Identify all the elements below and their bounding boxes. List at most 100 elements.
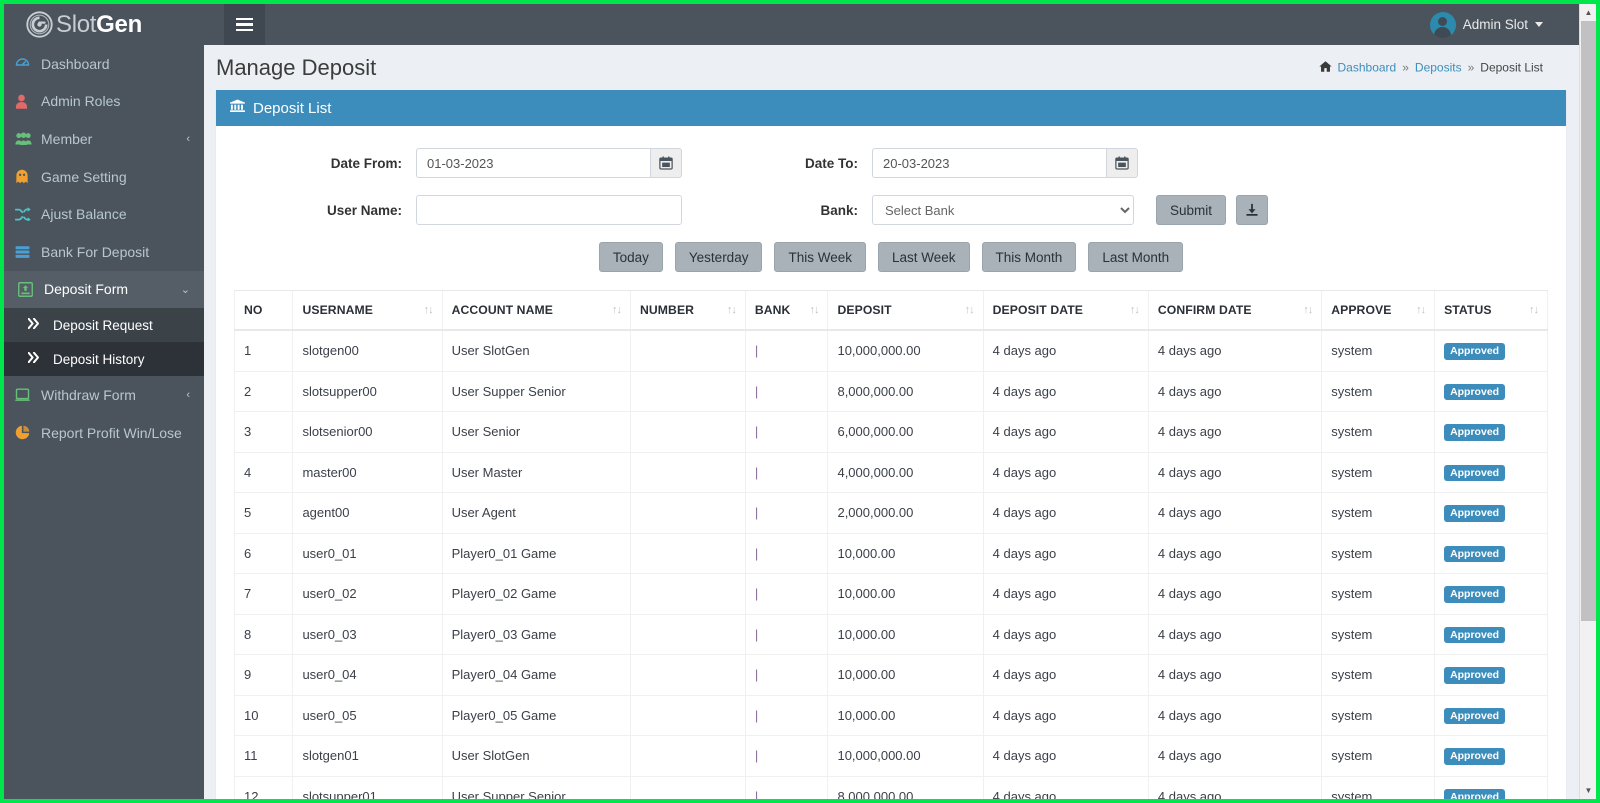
- status-badge: Approved: [1444, 788, 1506, 799]
- calendar-icon[interactable]: [650, 148, 682, 178]
- cell-deposit: 10,000.00: [827, 695, 984, 736]
- cell-deposit-date: 4 days ago: [982, 614, 1149, 655]
- date-to-group: [872, 148, 1138, 178]
- deposit-list-box: Deposit List Date From: 01-03-2023 Date …: [216, 90, 1566, 799]
- brand-logo[interactable]: SlotGen: [4, 4, 204, 45]
- quick-range-last-month[interactable]: Last Month: [1088, 242, 1184, 272]
- cell-no: 9: [233, 654, 293, 696]
- cell-username: user0_04: [292, 654, 443, 696]
- sort-icon: ↑↓: [423, 304, 434, 316]
- bank-select[interactable]: Select Bank: [872, 195, 1134, 225]
- deposit-icon: [18, 281, 44, 297]
- column-header-deposit[interactable]: DEPOSIT ↑↓: [827, 290, 984, 331]
- date-from-input[interactable]: [416, 148, 650, 178]
- user-menu[interactable]: Admin Slot: [1429, 4, 1543, 45]
- bank-value: |: [754, 707, 759, 723]
- ghost-icon: [15, 169, 41, 184]
- cell-approve: system: [1321, 371, 1435, 412]
- cell-bank: |: [744, 452, 828, 493]
- column-header-confirm-date[interactable]: CONFIRM DATE ↑↓: [1147, 290, 1322, 331]
- download-icon[interactable]: [1236, 195, 1269, 225]
- cell-username: user0_02: [292, 573, 443, 615]
- quick-range-this-month[interactable]: This Month: [981, 242, 1077, 272]
- cell-deposit-date: 4 days ago: [982, 776, 1149, 799]
- table-header-row: NO USERNAME ↑↓ ACCOUNT NAME ↑↓ NUMBER ↑↓ BANK ↑↓…: [233, 290, 1548, 331]
- sort-icon: ↑↓: [611, 304, 622, 316]
- column-header-deposit-date[interactable]: DEPOSIT DATE ↑↓: [982, 290, 1149, 331]
- cell-bank: |: [744, 411, 828, 453]
- submit-button[interactable]: Submit: [1156, 195, 1227, 225]
- cell-approve: system: [1321, 695, 1435, 736]
- cell-deposit: 8,000,000.00: [827, 776, 984, 799]
- cell-number: [629, 614, 746, 655]
- breadcrumb-item-dashboard[interactable]: Dashboard: [1338, 61, 1397, 75]
- table-row: 1 slotgen00 User SlotGen | 10,000,000.00 4 da…: [233, 330, 1548, 372]
- breadcrumb-item-deposits[interactable]: Deposits: [1415, 61, 1462, 75]
- cell-confirm-date: 4 days ago: [1147, 533, 1322, 574]
- sidebar-item-game-setting[interactable]: Game Setting: [4, 158, 204, 196]
- scrollbar-thumb[interactable]: [1581, 21, 1596, 621]
- cell-no: 1: [233, 330, 293, 372]
- cell-bank: |: [744, 371, 828, 412]
- cell-deposit-date: 4 days ago: [982, 371, 1149, 412]
- home-icon: [1318, 60, 1332, 75]
- brand-name: SlotGen: [56, 10, 142, 38]
- status-badge: Approved: [1444, 343, 1506, 360]
- scroll-up-icon[interactable]: ▲: [1580, 4, 1596, 21]
- column-header-number[interactable]: NUMBER ↑↓: [629, 290, 746, 331]
- cell-bank: |: [744, 776, 828, 799]
- scroll-down-icon[interactable]: ▼: [1580, 782, 1596, 799]
- user-name-input[interactable]: [416, 195, 682, 225]
- date-from-group: [416, 148, 682, 178]
- cell-account-name: User Supper Senior: [441, 371, 631, 412]
- filter-row-dates: Date From: 01-03-2023 Date To: 20-03-202…: [234, 148, 1548, 178]
- cell-status: Approved: [1434, 492, 1548, 534]
- sidebar-item-dashboard[interactable]: Dashboard: [4, 45, 204, 83]
- table-row: 7 user0_02 Player0_02 Game | 10,000.00 4 days…: [233, 573, 1548, 615]
- sidebar-item-deposit-form[interactable]: Deposit Form ⌄: [4, 270, 204, 309]
- column-header-bank[interactable]: BANK ↑↓: [744, 290, 828, 331]
- quick-range-yesterday[interactable]: Yesterday: [674, 242, 763, 272]
- cell-bank: |: [744, 654, 828, 696]
- sidebar-subitem-deposit-history[interactable]: Deposit History: [4, 342, 204, 377]
- sidebar-item-ajust-balance[interactable]: Ajust Balance: [4, 195, 204, 233]
- cell-number: [629, 654, 746, 696]
- column-header-account-name[interactable]: ACCOUNT NAME ↑↓: [441, 290, 631, 331]
- sidebar-item-bank-for-deposit[interactable]: Bank For Deposit: [4, 233, 204, 271]
- quick-range-last-week[interactable]: Last Week: [877, 242, 970, 272]
- date-to-input[interactable]: [872, 148, 1106, 178]
- quick-range-today[interactable]: Today: [598, 242, 663, 272]
- cell-deposit: 10,000.00: [827, 533, 984, 574]
- column-header-approve[interactable]: APPROVE ↑↓: [1321, 290, 1435, 331]
- sidebar-item-report-profit-win-lose[interactable]: Report Profit Win/Lose: [4, 414, 204, 452]
- angle-double-right-icon: [27, 317, 53, 332]
- column-header-status[interactable]: STATUS ↑↓: [1434, 290, 1548, 331]
- cell-status: Approved: [1434, 330, 1548, 372]
- browser-viewport: SlotGen Dashboard Admin Roles Member ‹ Game …: [4, 4, 1596, 799]
- brand-name-bold: Gen: [96, 10, 142, 38]
- table-row: 10 user0_05 Player0_05 Game | 10,000.00 4 day…: [233, 695, 1548, 736]
- sidebar-item-label: Ajust Balance: [41, 206, 127, 223]
- sort-icon: ↑↓: [1416, 304, 1426, 316]
- sidebar-subitem-deposit-request[interactable]: Deposit Request: [4, 308, 204, 343]
- bank-value: |: [754, 424, 759, 440]
- quick-range-this-week[interactable]: This Week: [774, 242, 866, 272]
- cell-number: [629, 735, 746, 777]
- sort-icon: ↑↓: [1303, 304, 1313, 316]
- sidebar-item-member[interactable]: Member ‹: [4, 120, 204, 158]
- cell-confirm-date: 4 days ago: [1147, 492, 1322, 534]
- avatar-icon: [1429, 11, 1456, 38]
- cell-account-name: Player0_01 Game: [441, 533, 631, 574]
- top-navbar: Admin Slot: [204, 4, 1596, 45]
- sidebar-item-admin-roles[interactable]: Admin Roles: [4, 83, 204, 121]
- calendar-icon[interactable]: [1106, 148, 1138, 178]
- breadcrumb: Dashboard » Deposits » Deposit List: [1318, 60, 1543, 75]
- sidebar-item-withdraw-form[interactable]: Withdraw Form ‹: [4, 376, 204, 414]
- sidebar-subitem-label: Deposit History: [53, 351, 145, 367]
- vertical-scrollbar[interactable]: ▲ ▼: [1579, 4, 1596, 799]
- column-header-username[interactable]: USERNAME ↑↓: [292, 290, 443, 331]
- cell-number: [629, 776, 746, 799]
- hamburger-icon[interactable]: [224, 4, 265, 45]
- cell-approve: system: [1321, 452, 1435, 493]
- cell-confirm-date: 4 days ago: [1147, 330, 1322, 372]
